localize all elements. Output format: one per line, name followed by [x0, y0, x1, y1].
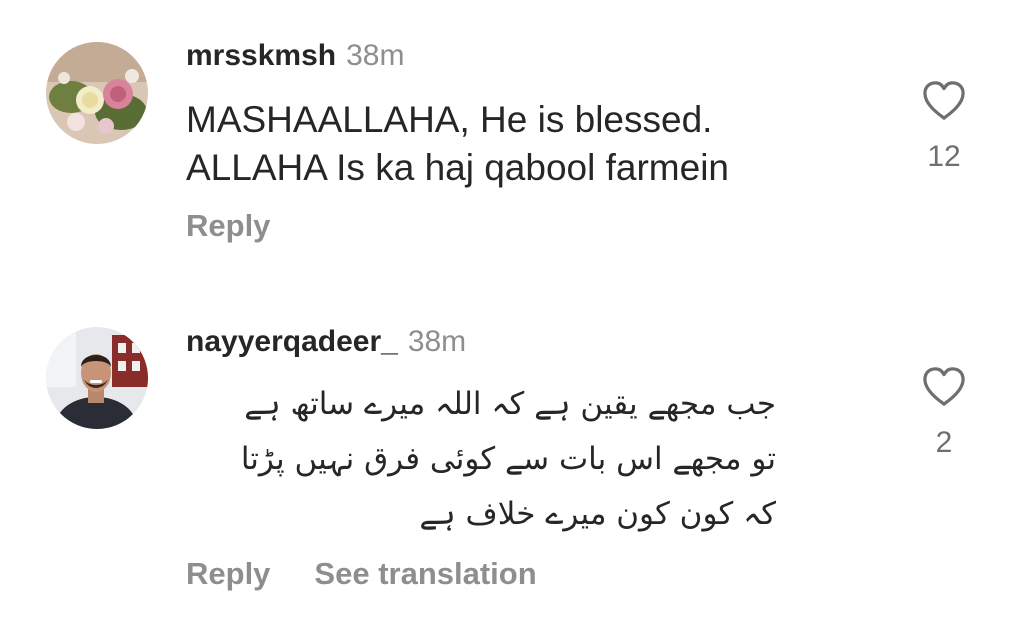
- username[interactable]: nayyerqadeer_: [186, 325, 398, 358]
- avatar[interactable]: [46, 327, 148, 429]
- like-count: 12: [927, 140, 961, 173]
- like-control: 2: [918, 366, 970, 460]
- reply-button[interactable]: Reply: [186, 208, 270, 243]
- like-count: 2: [935, 426, 953, 459]
- comment-line: کہ کون کون میرے خلاف ہے: [419, 496, 776, 532]
- flower-bouquet-avatar-icon: [46, 42, 148, 144]
- timestamp: 38m: [346, 39, 405, 72]
- comment-line: تو مجھے اس بات سے کوئی فرق نہیں پڑتا: [240, 441, 776, 477]
- comment-item: mrsskmsh 38m MASHAALLAHA, He is blessed. …: [0, 0, 1024, 290]
- timestamp: 38m: [407, 325, 467, 358]
- reply-button[interactable]: Reply: [186, 556, 270, 591]
- comment-actions: Reply See translation: [186, 556, 537, 592]
- like-control: 12: [918, 80, 970, 174]
- see-translation-button[interactable]: See translation: [314, 556, 536, 591]
- comment-line: جب مجھے یقین ہے کہ اللہ میرے ساتھ ہے: [244, 386, 776, 422]
- profile-photo-avatar-icon: [46, 327, 148, 429]
- comment-text: MASHAALLAHA, He is blessed. ALLAHA Is ka…: [186, 96, 826, 192]
- comment-actions: Reply: [186, 208, 270, 244]
- heart-icon[interactable]: [921, 80, 967, 122]
- comment-header: nayyerqadeer_ 38m: [186, 324, 466, 360]
- heart-icon[interactable]: [921, 366, 967, 408]
- comment-text: جب مجھے یقین ہے کہ اللہ میرے ساتھ ہے تو …: [186, 377, 776, 542]
- username[interactable]: mrsskmsh: [186, 39, 336, 72]
- comment-line: ALLAHA Is ka haj qabool farmein: [186, 147, 729, 188]
- avatar[interactable]: [46, 42, 148, 144]
- comment-item: nayyerqadeer_ 38m جب مجھے یقین ہے کہ اللہ…: [0, 290, 1024, 633]
- comment-line: MASHAALLAHA, He is blessed.: [186, 99, 713, 140]
- comment-header: mrsskmsh 38m: [186, 38, 404, 74]
